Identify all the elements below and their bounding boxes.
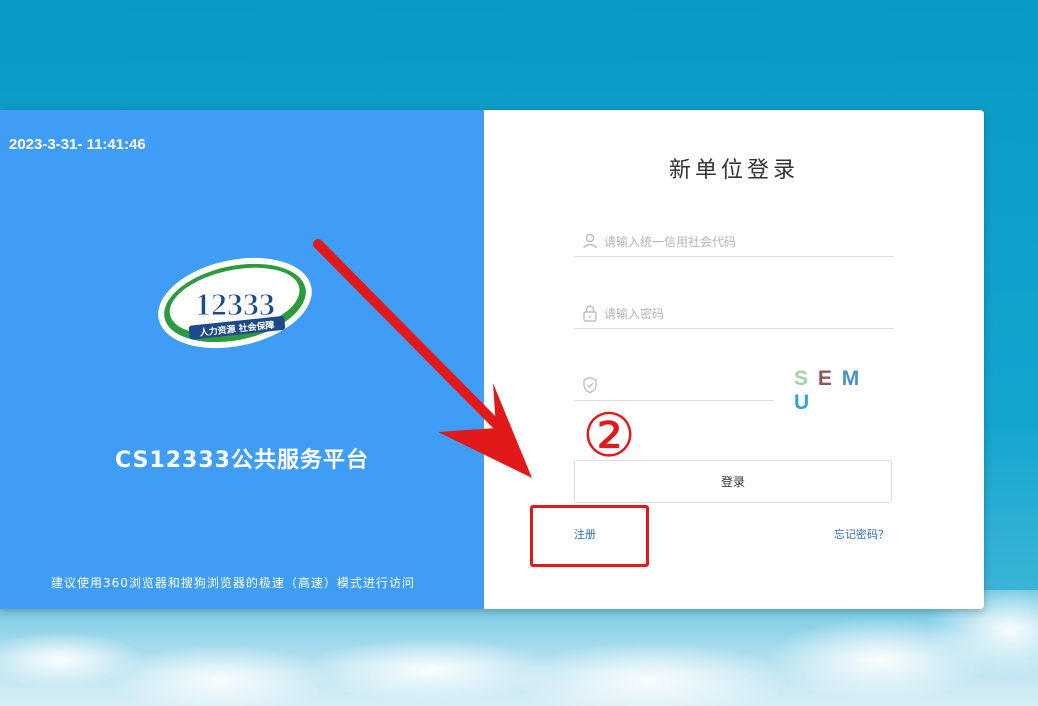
left-banner-panel: 2023-3-31- 11:41:46 12333 人力资源 社会保障 CS12… (0, 110, 484, 609)
lock-icon (583, 305, 597, 322)
login-card: 2023-3-31- 11:41:46 12333 人力资源 社会保障 CS12… (0, 110, 984, 609)
login-title: 新单位登录 (668, 158, 799, 183)
12333-logo: 12333 人力资源 社会保障 (158, 257, 312, 349)
logo-number: 12333 (195, 286, 275, 322)
browser-tip: 建议使用360浏览器和搜狗浏览器的极速（高速）模式进行访问 (51, 576, 415, 590)
credit-code-field (574, 226, 894, 257)
captcha-char: S (794, 367, 811, 390)
register-highlight-box (530, 505, 649, 567)
step-number-marker: ② (582, 401, 636, 468)
captcha-char: E (817, 367, 834, 390)
password-input[interactable] (602, 300, 886, 328)
password-field (574, 298, 894, 329)
captcha-char: U (794, 391, 812, 414)
platform-title: CS12333公共服务平台 (115, 448, 369, 473)
captcha-image[interactable]: S E M U (794, 367, 874, 414)
captcha-field (574, 370, 886, 401)
shield-check-icon (583, 376, 597, 394)
forgot-password-link[interactable]: 忘记密码？ (834, 526, 889, 542)
clock-display: 2023-3-31- 11:41:46 (9, 136, 146, 153)
captcha-char: M (841, 367, 860, 390)
credit-code-input[interactable] (602, 228, 886, 256)
step-marker-text: ② (582, 401, 636, 468)
user-icon (583, 233, 597, 249)
